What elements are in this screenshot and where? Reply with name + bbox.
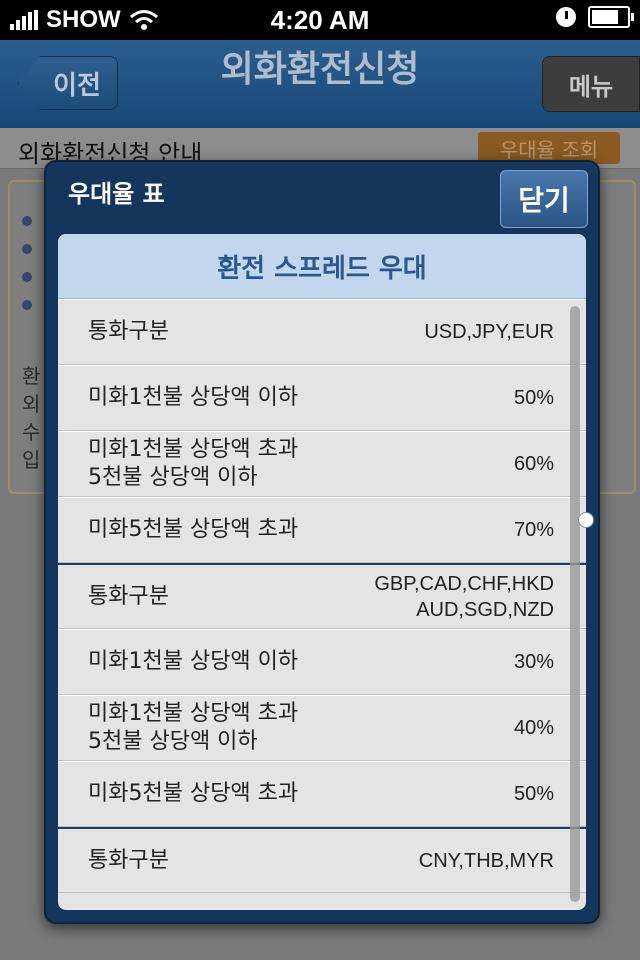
page-title: 외화환전신청 — [220, 49, 420, 90]
row-label: 미화5천불 상당액 초과 — [88, 517, 299, 542]
row-value: 50% — [513, 783, 554, 805]
table-row: 통화구분 USD,JPY,EUR — [58, 299, 586, 365]
table-row: 미화1천불 상당액 이하 50% — [58, 365, 586, 431]
row-label: 통화구분 — [88, 583, 169, 609]
nav-bar: 이전 외화환전신청 메뉴 — [0, 40, 640, 128]
popup-title: 우대율 표 — [68, 180, 165, 208]
row-label: 통화구분 — [88, 847, 169, 873]
rate-table[interactable]: 환전 스프레드 우대 통화구분 USD,JPY,EUR 미화1천불 상당액 이하… — [58, 234, 586, 910]
table-row: 미화1천불 상당액 이하 30% — [58, 629, 586, 695]
bullet-icon — [22, 244, 32, 254]
guide-text-line: 환 — [22, 364, 41, 388]
row-value: 70% — [513, 519, 554, 541]
menu-button[interactable]: 메뉴 — [542, 56, 640, 112]
alarm-clock-icon — [556, 7, 576, 27]
row-value: 50% — [513, 387, 554, 409]
bullet-icon — [22, 216, 32, 226]
row-value: GBP,CAD,CHF,HKD AUD,SGD,NZD — [374, 572, 554, 621]
table-row: 미화1천불 상당액 초과 5천불 상당액 이하 40% — [58, 695, 586, 761]
row-label: 미화5천불 상당액 초과 — [88, 781, 299, 806]
back-button[interactable]: 이전 — [18, 56, 118, 110]
row-label: 미화1천불 상당액 이하 — [88, 385, 299, 410]
table-row: 미화5천불 상당액 초과 50% — [58, 761, 586, 827]
bullet-icon — [22, 300, 32, 310]
table-row: 미화1천불 상당액 초과 5천불 상당액 이하 60% — [58, 431, 586, 497]
scrollbar[interactable] — [570, 306, 580, 902]
status-right — [556, 6, 634, 28]
guide-text-line: 수 — [22, 420, 41, 444]
status-time: 4:20 AM — [270, 5, 370, 35]
table-row: 미화5천불 상당액 초과 70% — [58, 497, 586, 563]
row-label: 미화1천불 상당액 초과 5천불 상당액 이하 — [88, 701, 299, 754]
scroll-knob[interactable] — [578, 512, 594, 528]
guide-text-line: 외 — [22, 392, 41, 416]
row-label: 미화1천불 상당액 이하 — [88, 649, 299, 674]
row-value: 30% — [513, 651, 554, 673]
row-value: USD,JPY,EUR — [424, 321, 554, 343]
status-bar: SHOW 4:20 AM — [0, 0, 640, 40]
row-label: 미화1천불 상당액 초과 5천불 상당액 이하 — [88, 437, 299, 490]
row-label: 통화구분 — [88, 319, 169, 344]
table-row: 통화구분 GBP,CAD,CHF,HKD AUD,SGD,NZD — [58, 563, 586, 629]
close-button[interactable]: 닫기 — [500, 170, 588, 228]
table-header: 환전 스프레드 우대 — [58, 234, 586, 299]
row-value: CNY,THB,MYR — [418, 849, 554, 872]
row-value: 40% — [513, 717, 554, 739]
rate-table-popup: 우대율 표 닫기 환전 스프레드 우대 통화구분 USD,JPY,EUR 미화1… — [44, 160, 600, 924]
guide-text-line: 입 — [22, 448, 41, 472]
battery-icon — [588, 6, 634, 28]
table-row: 통화구분 CNY,THB,MYR — [58, 827, 586, 893]
row-value: 60% — [513, 453, 554, 475]
bullet-icon — [22, 272, 32, 282]
